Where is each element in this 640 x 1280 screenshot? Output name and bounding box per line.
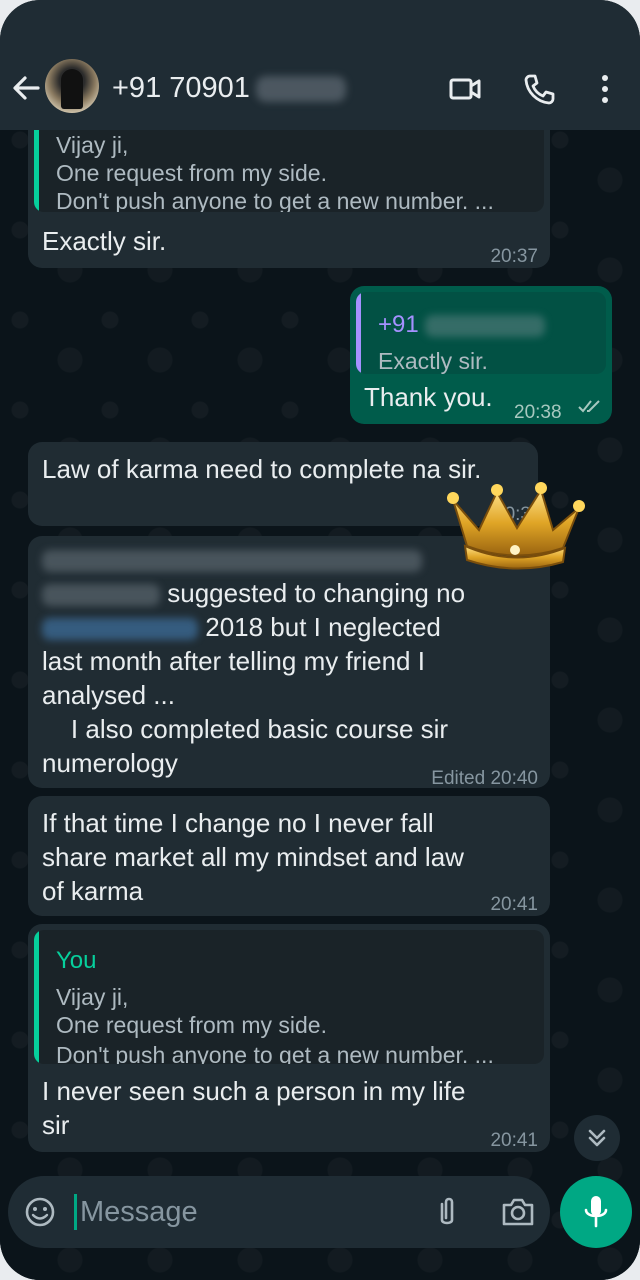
voice-message-button[interactable] xyxy=(560,1176,632,1248)
avatar[interactable] xyxy=(45,59,99,113)
message-composer[interactable]: Message xyxy=(8,1176,550,1248)
attach-icon[interactable] xyxy=(433,1196,461,1230)
emoji-icon[interactable] xyxy=(24,1196,56,1228)
message-text: numerology xyxy=(42,748,178,778)
message-bubble-outgoing[interactable]: +91 Exactly sir. Thank you. 20:38 xyxy=(350,286,612,424)
redacted-number xyxy=(255,76,346,103)
microphone-icon xyxy=(584,1196,608,1228)
quoted-line: Don't push anyone to get a new number. .… xyxy=(56,188,494,212)
message-time: 20:41 xyxy=(490,894,538,915)
message-bubble[interactable]: If that time I change no I never fall sh… xyxy=(28,796,550,916)
message-text: I also completed basic course sir xyxy=(42,714,449,744)
message-text: sir xyxy=(42,1110,70,1140)
quoted-message[interactable]: +91 Exactly sir. xyxy=(356,292,606,374)
quoted-author: +91 xyxy=(378,308,546,342)
more-options-icon[interactable] xyxy=(588,72,622,106)
contact-number: +91 70901 xyxy=(112,72,250,104)
voice-call-icon[interactable] xyxy=(522,72,556,106)
message-text: Law of karma need to complete na sir. xyxy=(42,454,482,484)
message-text: analysed ... xyxy=(42,680,175,710)
contact-name[interactable]: +91 70901 xyxy=(112,68,346,108)
message-text: If that time I change no I never fall xyxy=(42,808,434,838)
message-text: Thank you. xyxy=(364,382,493,412)
crown-icon xyxy=(447,482,585,570)
quoted-line: One request from my side. xyxy=(56,1012,327,1038)
quoted-line: Don't push anyone to get a new number. .… xyxy=(56,1042,494,1064)
read-receipt-icon xyxy=(578,400,600,413)
message-text: of karma xyxy=(42,876,144,906)
message-text: last month after telling my friend I xyxy=(42,646,425,676)
back-arrow-icon[interactable] xyxy=(10,70,42,106)
double-chevron-down-icon xyxy=(588,1129,606,1147)
message-text: Exactly sir. xyxy=(42,226,167,256)
message-time: 20:37 xyxy=(490,246,538,267)
message-time: Edited 20:40 xyxy=(431,768,538,789)
chat-header: +91 70901 xyxy=(0,0,640,130)
message-text: share market all my mindset and law xyxy=(42,842,464,872)
camera-icon[interactable] xyxy=(500,1196,536,1228)
scroll-to-bottom-button[interactable] xyxy=(574,1115,620,1161)
message-time: 20:41 xyxy=(490,1130,538,1151)
message-bubble[interactable]: suggested to changing no 2018 but I negl… xyxy=(28,536,550,789)
message-text: I never seen such a person in my life xyxy=(42,1076,466,1106)
quoted-line: Exactly sir. xyxy=(378,348,488,374)
phone-frame: +91 70901 Vijay ji, One request from my … xyxy=(0,0,640,1280)
quoted-message[interactable]: You Vijay ji, One request from my side. … xyxy=(34,930,544,1064)
message-text: 2018 but I neglected xyxy=(42,610,441,644)
message-time: 20:38 xyxy=(514,402,562,423)
redacted-text xyxy=(42,542,422,576)
message-text: suggested to changing no xyxy=(42,576,465,610)
message-input-placeholder[interactable]: Message xyxy=(80,1194,198,1230)
message-bubble[interactable]: You Vijay ji, One request from my side. … xyxy=(28,924,550,1152)
video-call-icon[interactable] xyxy=(448,72,482,106)
quoted-author: You xyxy=(56,947,97,974)
text-caret xyxy=(74,1194,77,1230)
